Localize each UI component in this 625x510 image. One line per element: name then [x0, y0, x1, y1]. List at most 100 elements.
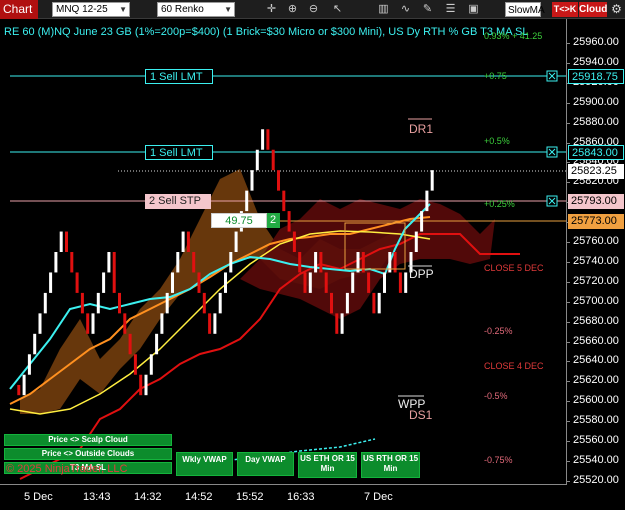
slowma-field[interactable]: SlowMA	[505, 2, 545, 17]
sell-lmt-top-price: 25918.75	[568, 69, 624, 84]
price-tick: 25960.00	[573, 36, 619, 48]
down-brick	[282, 190, 286, 212]
us-rth-button[interactable]: US RTH OR 15 Min	[361, 452, 420, 478]
outside-clouds-button[interactable]: Price <> Outside Clouds	[4, 448, 172, 460]
down-brick	[398, 272, 402, 293]
day-vwap-button[interactable]: Day VWAP	[237, 452, 294, 476]
down-brick	[372, 292, 376, 314]
price-tick-mark	[566, 480, 570, 482]
pnl-box: 49.75	[211, 213, 267, 228]
indicator-icon[interactable]: ∿	[398, 2, 413, 17]
time-tick: 16:33	[287, 491, 315, 503]
down-brick	[70, 252, 74, 273]
down-brick	[208, 313, 212, 334]
price-tick: 25880.00	[573, 115, 619, 128]
time-tick: 7 Dec	[364, 491, 393, 503]
price-tick: 25720.00	[573, 274, 619, 287]
down-brick	[298, 252, 302, 273]
price-tick: 25940.00	[573, 55, 619, 68]
properties-icon[interactable]: ☰	[443, 2, 458, 17]
price-tick: 25580.00	[573, 414, 619, 427]
pct-075-label: +0.75	[484, 71, 507, 81]
up-brick	[383, 272, 386, 293]
price-chart[interactable]	[0, 19, 566, 484]
pct-025-label: +0.25%	[484, 199, 515, 209]
down-brick	[335, 313, 339, 334]
instrument-select[interactable]: MNQ 12-25 ▼	[52, 2, 130, 17]
up-brick	[261, 129, 265, 150]
down-brick	[292, 231, 296, 252]
time-axis[interactable]: 5 Dec 13:43 14:32 14:52 15:52 16:33 7 De…	[0, 484, 566, 510]
zoom-out-icon[interactable]: ⊖	[306, 2, 321, 17]
price-tick-mark	[566, 281, 570, 283]
price-tick-mark	[566, 62, 570, 64]
up-brick	[425, 190, 429, 212]
up-brick	[171, 272, 174, 293]
tk-button[interactable]: T<>K	[552, 2, 578, 17]
up-brick	[165, 292, 169, 314]
sell-stp-price: 25793.00	[568, 194, 624, 209]
price-tick: 25760.00	[573, 235, 619, 247]
period-select[interactable]: 60 Renko ▼	[157, 2, 235, 17]
crosshair-icon[interactable]: ✛	[264, 2, 279, 17]
price-tick-mark	[566, 301, 570, 303]
price-tick-mark	[566, 441, 570, 442]
zoom-in-icon[interactable]: ⊕	[285, 2, 300, 17]
sell-lmt-mid-box[interactable]: 1 Sell LMT	[145, 145, 213, 160]
cloud-button[interactable]: Cloud	[579, 2, 607, 17]
down-brick	[197, 272, 201, 293]
up-brick	[308, 272, 312, 293]
snapshot-icon[interactable]: ▣	[466, 2, 481, 17]
qty-box[interactable]: 2	[267, 213, 280, 228]
close-icon[interactable]	[546, 195, 558, 207]
up-brick	[155, 333, 159, 355]
price-tick-mark	[566, 122, 570, 124]
up-brick	[377, 292, 381, 314]
down-brick	[139, 374, 143, 396]
draw-icon[interactable]: ✎	[420, 2, 435, 17]
down-brick	[266, 129, 270, 150]
price-tick-mark	[566, 421, 570, 423]
down-brick	[65, 231, 68, 252]
pct-top-label: 0.93% + 41.25	[484, 31, 543, 41]
up-brick	[54, 252, 58, 273]
up-brick	[404, 272, 408, 293]
pct-m025-label: -0.25%	[484, 326, 513, 336]
price-tick-mark	[566, 142, 570, 144]
price-axis[interactable]: 25960.0025940.0025920.0025900.0025880.00…	[566, 19, 625, 486]
scalp-cloud-button[interactable]: Price <> Scalp Cloud	[4, 434, 172, 446]
down-brick	[80, 292, 84, 314]
chart-tab[interactable]: Chart	[0, 0, 38, 19]
top-toolbar: Chart MNQ 12-25 ▼ 60 Renko ▼ ✛ ⊕ ⊖ ↖ ▥ ∿…	[0, 0, 625, 19]
up-brick	[59, 231, 63, 252]
strategy-icon[interactable]: ▥	[376, 2, 391, 17]
price-tick: 25640.00	[573, 354, 619, 367]
dr1-label: DR1	[409, 122, 434, 136]
price-tick-mark	[566, 381, 570, 383]
chevron-down-icon: ▼	[224, 5, 232, 14]
up-brick	[224, 272, 227, 293]
down-brick	[192, 252, 196, 273]
close-icon[interactable]	[546, 146, 558, 158]
up-brick	[160, 313, 164, 334]
down-brick	[303, 272, 307, 293]
time-tick: 14:52	[185, 491, 213, 503]
sell-stp-box[interactable]: 2 Sell STP	[145, 194, 211, 209]
pct-m05-label: -0.5%	[484, 391, 508, 401]
chart-title: RE 60 (M)NQ June 23 GB (1%=200p=$400) (1…	[4, 26, 529, 38]
gear-icon[interactable]: ⚙	[609, 2, 624, 17]
wkly-vwap-button[interactable]: Wkly VWAP	[176, 452, 233, 476]
up-brick	[33, 333, 37, 355]
price-tick-mark	[566, 242, 570, 243]
up-brick	[144, 374, 148, 396]
down-brick	[86, 313, 90, 334]
close-icon[interactable]	[546, 70, 558, 82]
time-tick: 14:32	[134, 491, 162, 503]
us-eth-button[interactable]: US ETH OR 15 Min	[298, 452, 357, 478]
down-brick	[271, 149, 275, 171]
cursor-icon[interactable]: ↖	[330, 2, 345, 17]
down-brick	[112, 252, 116, 293]
sell-lmt-top-box[interactable]: 1 Sell LMT	[145, 69, 213, 84]
down-brick	[287, 211, 291, 232]
up-brick	[340, 313, 344, 334]
